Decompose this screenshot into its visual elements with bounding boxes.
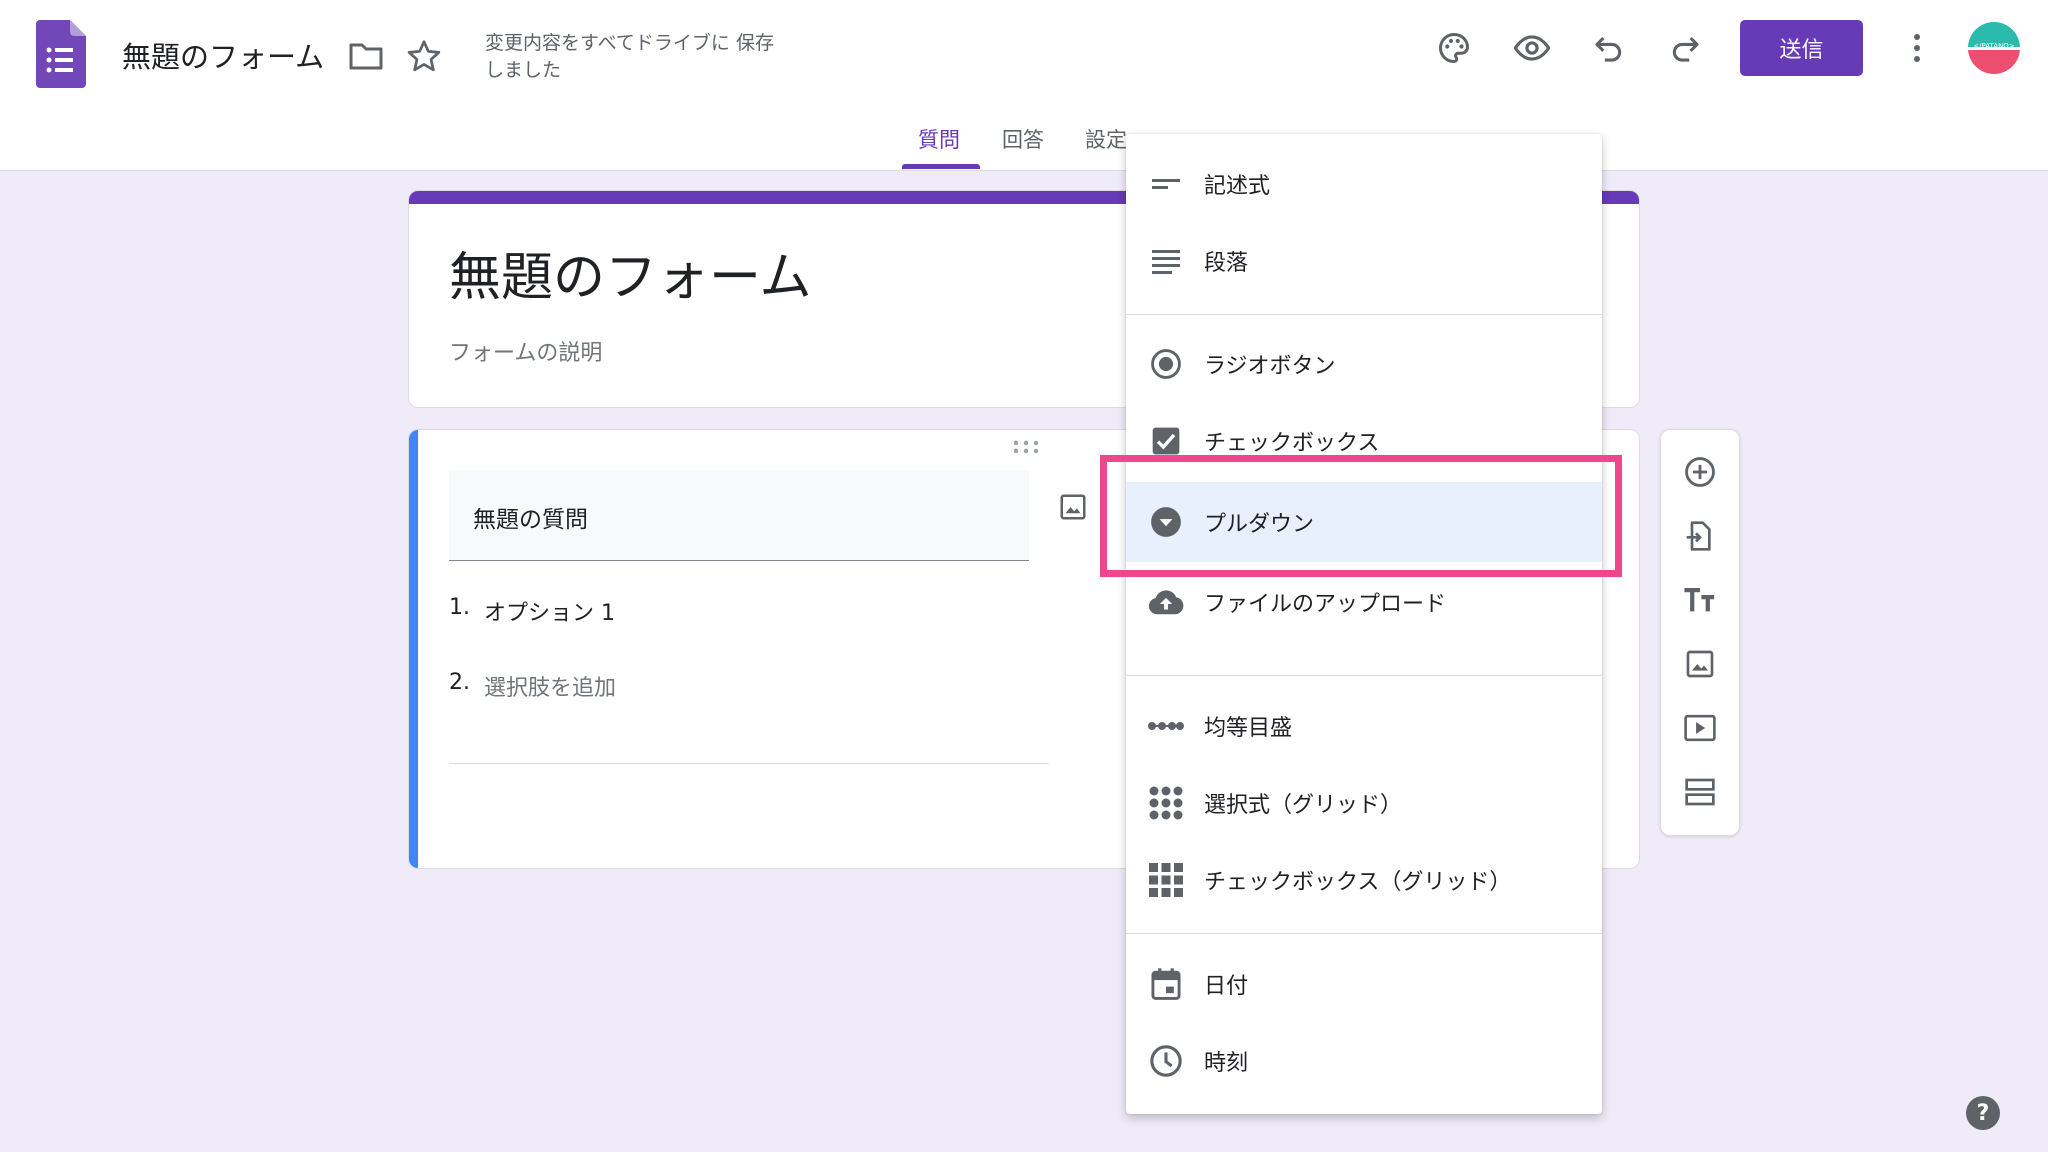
menu-item-label: 日付 xyxy=(1204,974,1249,999)
redo-icon[interactable] xyxy=(1665,28,1705,68)
linear-scale-icon xyxy=(1146,706,1186,746)
undo-icon[interactable] xyxy=(1589,28,1629,68)
menu-item-label: ファイルのアップロード xyxy=(1204,592,1447,617)
menu-item-label: 均等目盛 xyxy=(1204,716,1293,741)
menu-item-linear-scale[interactable]: 均等目盛 xyxy=(1126,696,1602,756)
menu-item-time[interactable]: 時刻 xyxy=(1126,1031,1602,1091)
menu-divider xyxy=(1126,314,1602,315)
radio-button-icon xyxy=(1146,344,1186,384)
divider xyxy=(449,763,1049,764)
palette-icon[interactable] xyxy=(1434,28,1474,68)
form-description-field[interactable]: フォームの説明 xyxy=(449,335,602,367)
add-image-icon[interactable] xyxy=(1680,644,1720,684)
menu-item-choice-grid[interactable]: 選択式（グリッド） xyxy=(1126,773,1602,833)
question-type-menu: 記述式 段落 ラジオボタン チェックボックス プルダウン ファイルのアップロード… xyxy=(1126,134,1602,1114)
preview-eye-icon[interactable] xyxy=(1512,28,1552,68)
import-questions-icon[interactable] xyxy=(1680,516,1720,556)
short-answer-icon xyxy=(1146,164,1186,204)
menu-item-short-answer[interactable]: 記述式 xyxy=(1126,154,1602,214)
menu-divider xyxy=(1126,933,1602,934)
option-number: 2. xyxy=(449,670,470,695)
drag-handle-icon[interactable] xyxy=(1013,440,1039,454)
menu-item-label: 選択式（グリッド） xyxy=(1204,793,1403,818)
help-icon[interactable]: ? xyxy=(1966,1096,2000,1130)
question-title-text: 無題の質問 xyxy=(473,507,588,533)
save-status-text: 変更内容をすべてドライブに 保存しました xyxy=(485,32,774,81)
tab-responses[interactable]: 回答 xyxy=(1002,124,1044,154)
send-button[interactable]: 送信 xyxy=(1740,20,1863,76)
cloud-upload-icon xyxy=(1146,582,1186,622)
menu-item-label: 段落 xyxy=(1204,251,1249,276)
menu-item-checkbox-grid[interactable]: チェックボックス（グリッド） xyxy=(1126,850,1602,910)
menu-item-date[interactable]: 日付 xyxy=(1126,954,1602,1014)
multiple-choice-grid-icon xyxy=(1146,783,1186,823)
menu-item-label: チェックボックス（グリッド） xyxy=(1204,870,1512,895)
question-card-accent xyxy=(409,430,418,868)
option-number: 1. xyxy=(449,595,470,620)
add-question-icon[interactable] xyxy=(1680,452,1720,492)
menu-divider xyxy=(1126,675,1602,676)
folder-icon[interactable] xyxy=(348,40,384,72)
menu-item-file-upload[interactable]: ファイルのアップロード xyxy=(1126,572,1602,632)
calendar-icon xyxy=(1146,964,1186,1004)
more-vert-icon[interactable] xyxy=(1897,28,1937,68)
annotation-highlight-box xyxy=(1100,455,1622,577)
add-image-icon[interactable] xyxy=(1058,492,1088,522)
document-title[interactable]: 無題のフォーム xyxy=(122,34,324,76)
menu-item-radio-button[interactable]: ラジオボタン xyxy=(1126,334,1602,394)
menu-item-paragraph[interactable]: 段落 xyxy=(1126,231,1602,291)
menu-item-label: チェックボックス xyxy=(1204,431,1380,456)
clock-icon xyxy=(1146,1041,1186,1081)
add-section-icon[interactable] xyxy=(1680,772,1720,812)
avatar-text: </PATANO> xyxy=(1973,42,2015,50)
menu-item-label: ラジオボタン xyxy=(1204,354,1336,379)
menu-item-label: 記述式 xyxy=(1204,174,1271,199)
menu-item-label: 時刻 xyxy=(1204,1051,1249,1076)
checkbox-grid-icon xyxy=(1146,860,1186,900)
star-icon[interactable] xyxy=(406,38,442,74)
form-title[interactable]: 無題のフォーム xyxy=(449,235,811,310)
account-avatar[interactable]: </PATANO> xyxy=(1968,22,2020,74)
add-option-link[interactable]: 選択肢を追加 xyxy=(484,670,616,702)
add-video-icon[interactable] xyxy=(1680,708,1720,748)
question-title-input[interactable]: 無題の質問 xyxy=(449,470,1029,561)
tab-questions[interactable]: 質問 xyxy=(918,124,960,154)
option-1-text[interactable]: オプション 1 xyxy=(484,595,615,627)
forms-logo-icon[interactable] xyxy=(36,20,86,88)
active-tab-indicator xyxy=(902,164,980,169)
add-title-icon[interactable] xyxy=(1680,580,1720,620)
side-toolbar xyxy=(1660,429,1740,836)
paragraph-icon xyxy=(1146,241,1186,281)
tab-settings[interactable]: 設定 xyxy=(1085,124,1127,154)
